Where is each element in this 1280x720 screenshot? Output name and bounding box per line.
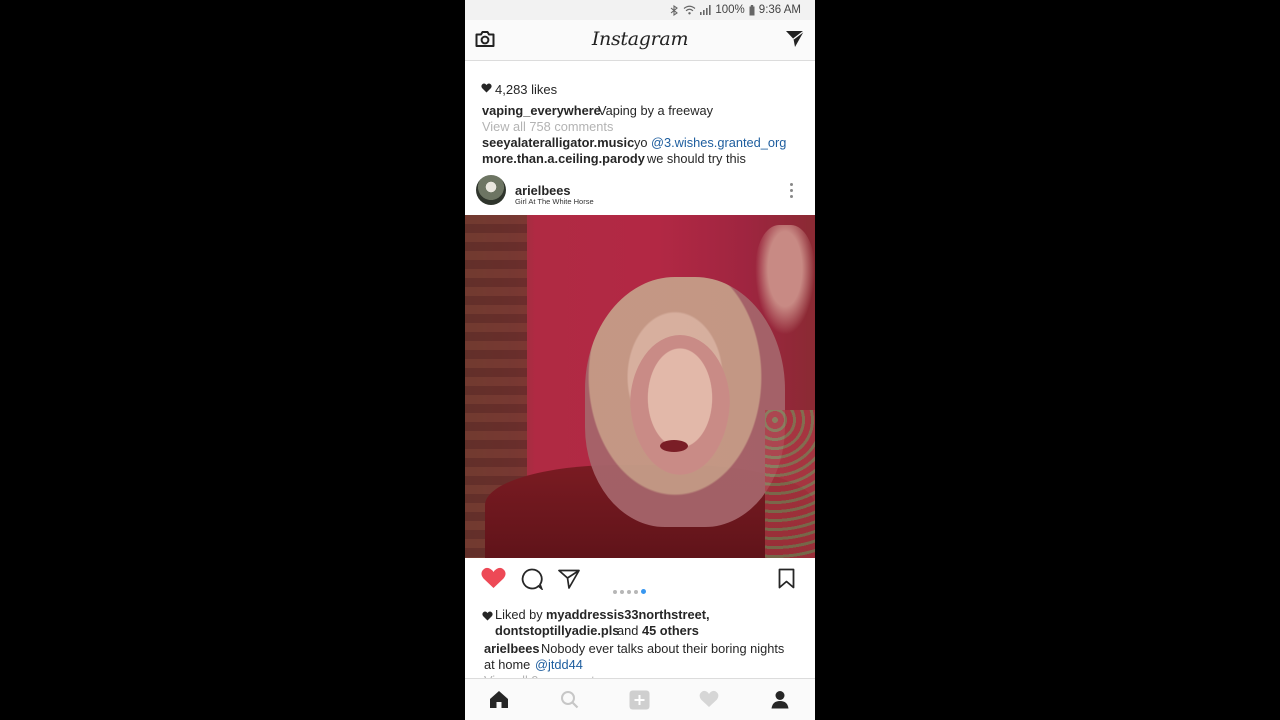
search-icon[interactable]: [560, 690, 579, 714]
carousel-dot: [634, 589, 638, 594]
battery-icon: [749, 4, 755, 16]
share-icon[interactable]: [558, 569, 580, 592]
previous-post-view-comments[interactable]: View all 758 comments: [482, 119, 613, 134]
comment-mention[interactable]: @3.wishes.granted_org: [651, 135, 786, 150]
direct-message-icon[interactable]: [785, 30, 805, 53]
liked-by-user[interactable]: myaddressis33northstreet,: [546, 607, 710, 622]
post-location[interactable]: Girl At The White Horse: [515, 197, 594, 206]
heart-icon[interactable]: [481, 567, 506, 592]
liked-by-others[interactable]: 45 others: [642, 623, 699, 638]
bottom-navigation: [465, 678, 815, 720]
post-photo[interactable]: [465, 215, 815, 558]
comment-text: yo: [634, 135, 648, 150]
carousel-dot: [613, 589, 617, 594]
liked-by-and: and: [617, 623, 639, 638]
carousel-dot: [620, 589, 624, 594]
activity-heart-icon[interactable]: [699, 690, 719, 713]
phone-screen: 100% 9:36 AM Instagram 4,283 likes vapin…: [465, 0, 815, 720]
add-post-icon[interactable]: [629, 690, 650, 715]
more-options-icon[interactable]: [788, 183, 796, 201]
signal-icon: [700, 5, 711, 15]
previous-post-caption-text: Vaping by a freeway: [598, 103, 714, 118]
carousel-dot: [627, 589, 631, 594]
status-bar: 100% 9:36 AM: [465, 0, 815, 20]
previous-post-caption-user[interactable]: vaping_everywhere: [482, 103, 601, 118]
post-username[interactable]: arielbees: [515, 183, 571, 198]
carousel-indicator: [613, 583, 649, 601]
bookmark-icon[interactable]: [778, 568, 795, 592]
caption-mention[interactable]: @jtdd44: [535, 657, 583, 672]
carousel-dot-active: [641, 589, 646, 595]
bluetooth-icon: [670, 4, 679, 16]
wifi-icon: [683, 5, 696, 15]
comment-icon[interactable]: [520, 568, 544, 593]
app-logo: Instagram: [591, 28, 689, 50]
status-time: 9:36 AM: [758, 4, 801, 16]
likes-heart-icon: [482, 609, 493, 624]
previous-post-action-icons: [465, 61, 815, 67]
profile-icon[interactable]: [771, 690, 789, 714]
caption-text-continued: at home: [484, 657, 531, 672]
liked-by-user[interactable]: dontstoptillyadie.pls: [495, 623, 619, 638]
comment-user[interactable]: more.than.a.ceiling.parody: [482, 151, 645, 166]
comment-user[interactable]: seeyalateralligator.music: [482, 135, 634, 150]
previous-post-likes[interactable]: 4,283 likes: [495, 82, 557, 97]
home-icon[interactable]: [489, 690, 509, 714]
caption-username[interactable]: arielbees: [484, 641, 540, 656]
liked-by-prefix: Liked by: [495, 607, 543, 622]
comment-text: we should try this: [647, 151, 746, 166]
avatar[interactable]: [476, 175, 506, 205]
battery-percent: 100%: [715, 4, 745, 16]
app-header: Instagram: [465, 20, 815, 61]
caption-text: Nobody ever talks about their boring nig…: [541, 641, 785, 656]
previous-post-heart-icon: [481, 81, 492, 96]
